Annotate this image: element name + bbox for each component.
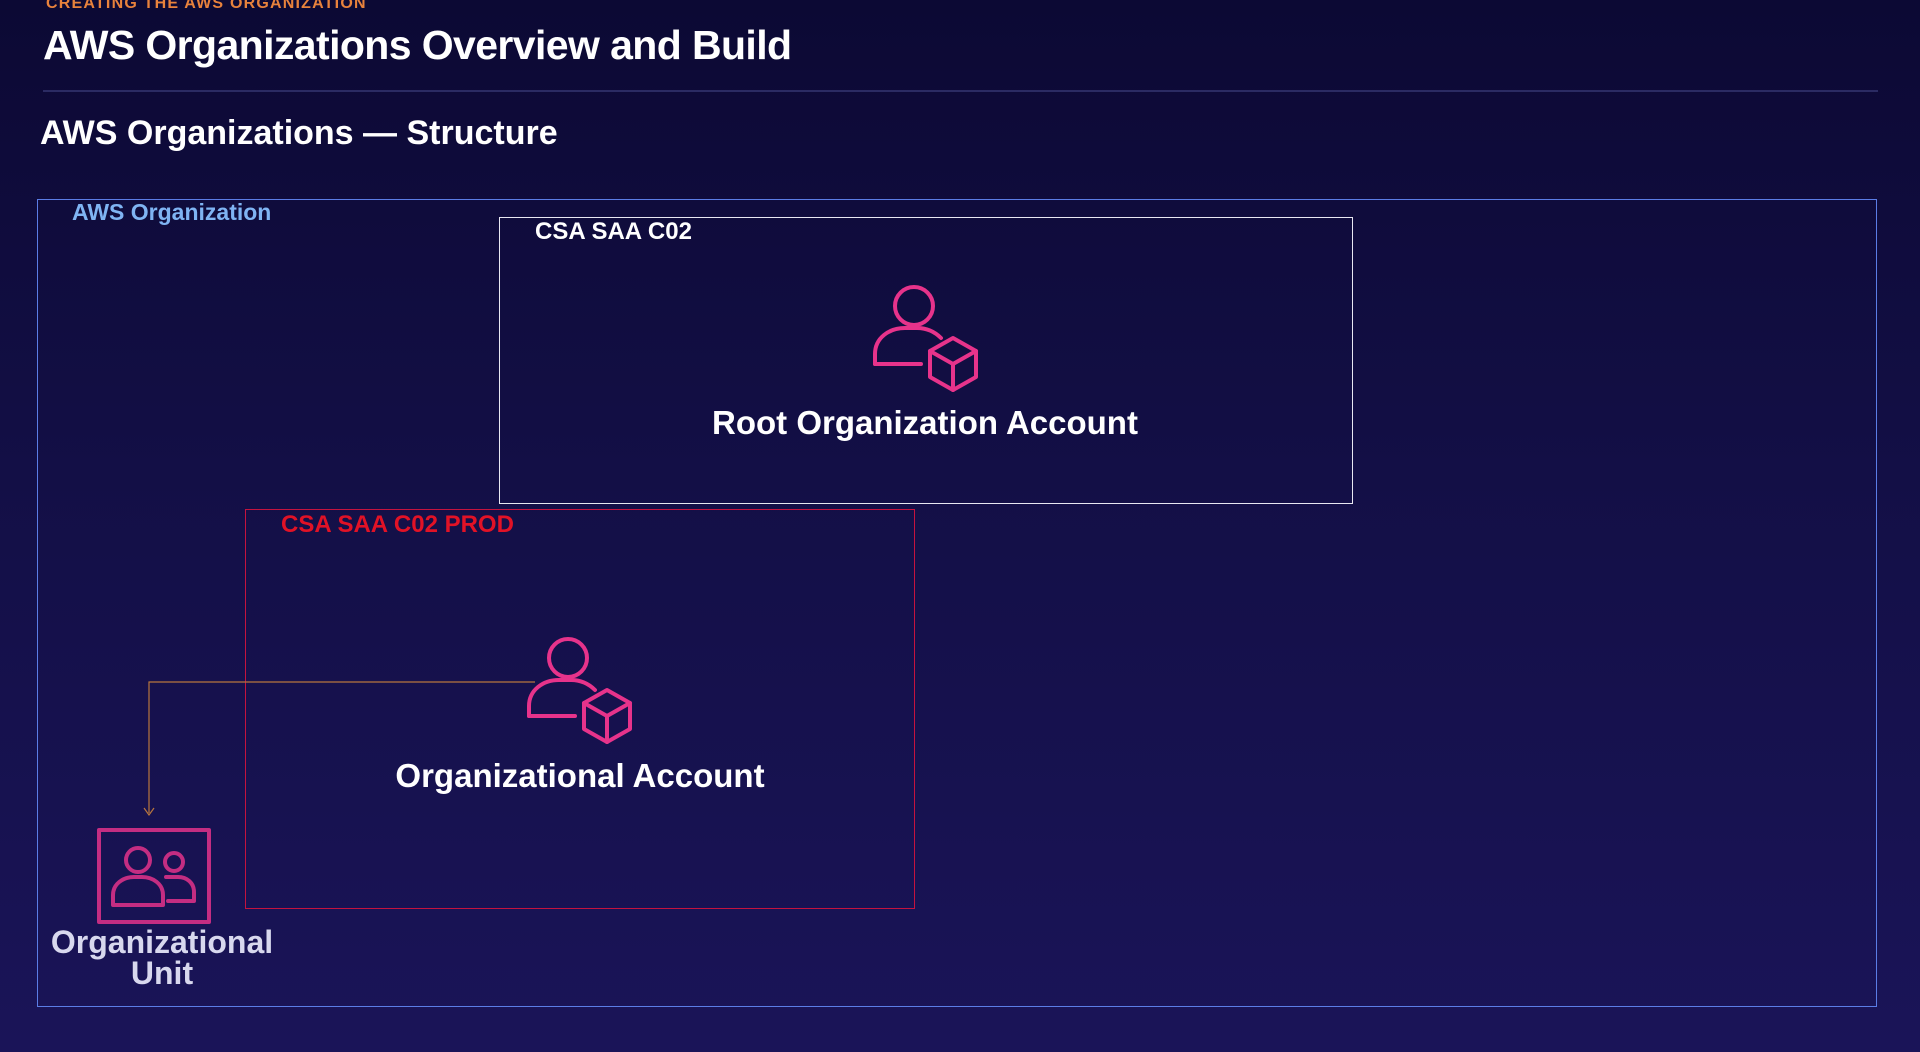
section-kicker: CREATING THE AWS ORGANIZATION: [46, 0, 367, 12]
root-container-label: CSA SAA C02: [535, 218, 692, 245]
member-account-label: Organizational Account: [395, 757, 765, 794]
user-with-cube-icon: [527, 637, 632, 744]
group-users-icon: [97, 828, 211, 924]
title-divider: [43, 90, 1878, 92]
page-title: AWS Organizations Overview and Build: [43, 22, 792, 68]
user-with-cube-icon: [873, 285, 978, 392]
prod-container-label: CSA SAA C02 PROD: [281, 511, 514, 538]
organizational-unit-label: Organizational Unit: [22, 924, 302, 991]
ou-label-line-2: Unit: [130, 955, 194, 991]
slide-subtitle: AWS Organizations — Structure: [40, 114, 558, 152]
root-account-label: Root Organization Account: [712, 404, 1138, 441]
aws-organization-label: AWS Organization: [72, 199, 272, 225]
ou-label-line-1: Organizational: [50, 924, 274, 960]
